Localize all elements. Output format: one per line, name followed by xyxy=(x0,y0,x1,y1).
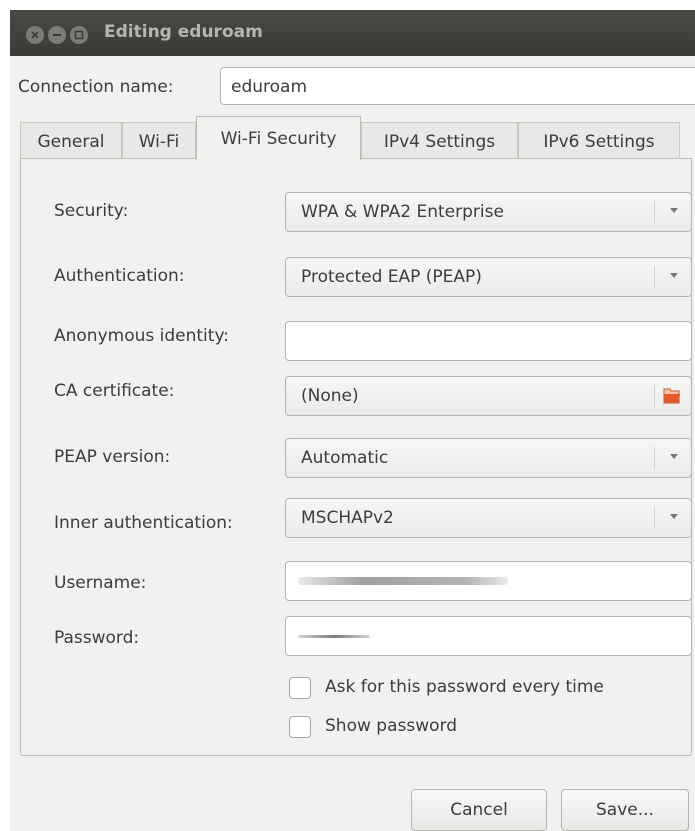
authentication-value: Protected EAP (PEAP) xyxy=(301,267,482,287)
connection-name-label: Connection name: xyxy=(18,77,174,97)
username-input[interactable] xyxy=(285,561,692,601)
wifi-security-panel: Security: WPA & WPA2 Enterprise Authenti… xyxy=(20,158,692,756)
chevron-down-icon xyxy=(670,273,678,278)
inner-authentication-value: MSCHAPv2 xyxy=(301,508,394,528)
title-bar: Editing eduroam xyxy=(10,10,695,56)
security-label: Security: xyxy=(54,201,129,221)
ca-certificate-chooser[interactable]: (None) xyxy=(285,376,692,416)
tab-general[interactable]: General xyxy=(20,122,122,160)
security-dropdown[interactable]: WPA & WPA2 Enterprise xyxy=(285,192,692,232)
connection-name-input[interactable]: eduroam xyxy=(220,67,695,105)
dropdown-separator xyxy=(654,447,655,469)
show-password-label: Show password xyxy=(325,716,457,736)
peap-version-value: Automatic xyxy=(301,448,389,468)
inner-authentication-dropdown[interactable]: MSCHAPv2 xyxy=(285,498,692,538)
redacted-username xyxy=(298,577,508,585)
peap-version-dropdown[interactable]: Automatic xyxy=(285,438,692,478)
window-title: Editing eduroam xyxy=(104,22,263,42)
tab-ipv6-settings[interactable]: IPv6 Settings xyxy=(518,122,680,160)
tab-wifi[interactable]: Wi-Fi xyxy=(122,122,196,160)
dialog-window: Editing eduroam Connection name: eduroam… xyxy=(10,10,695,831)
authentication-dropdown[interactable]: Protected EAP (PEAP) xyxy=(285,257,692,297)
save-button[interactable]: Save... xyxy=(561,789,689,831)
chevron-down-icon xyxy=(670,454,678,459)
chevron-down-icon xyxy=(670,208,678,213)
cancel-button[interactable]: Cancel xyxy=(411,789,547,831)
password-label: Password: xyxy=(54,628,140,648)
chooser-separator xyxy=(654,385,655,407)
ca-certificate-value: (None) xyxy=(301,386,359,406)
peap-version-label: PEAP version: xyxy=(54,447,171,467)
tab-wifi-security[interactable]: Wi-Fi Security xyxy=(196,116,361,160)
ask-password-checkbox[interactable] xyxy=(289,677,311,699)
ca-certificate-label: CA certificate: xyxy=(54,381,175,401)
chevron-down-icon xyxy=(670,514,678,519)
dropdown-separator xyxy=(654,201,655,223)
dropdown-separator xyxy=(654,266,655,288)
maximize-icon[interactable] xyxy=(70,26,88,44)
inner-authentication-label: Inner authentication: xyxy=(54,513,233,533)
redacted-password xyxy=(298,635,370,638)
show-password-checkbox[interactable] xyxy=(289,716,311,738)
ask-password-label: Ask for this password every time xyxy=(325,677,604,697)
anonymous-identity-input[interactable] xyxy=(285,321,692,361)
dropdown-separator xyxy=(654,507,655,529)
security-value: WPA & WPA2 Enterprise xyxy=(301,202,504,222)
authentication-label: Authentication: xyxy=(54,266,185,286)
folder-open-icon xyxy=(663,388,680,404)
minimize-icon[interactable] xyxy=(48,26,66,44)
anonymous-identity-label: Anonymous identity: xyxy=(54,326,229,346)
close-icon[interactable] xyxy=(26,26,44,44)
username-label: Username: xyxy=(54,573,147,593)
password-input[interactable] xyxy=(285,616,692,656)
tab-ipv4-settings[interactable]: IPv4 Settings xyxy=(361,122,518,160)
